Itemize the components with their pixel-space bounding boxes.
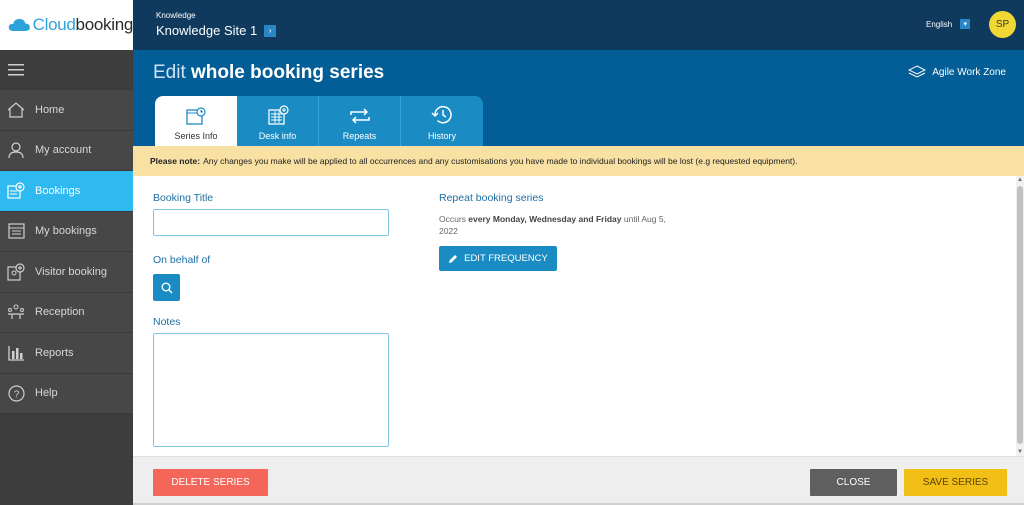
series-info-icon (186, 107, 206, 125)
tab-label: Repeats (342, 131, 377, 141)
sidebar-filler (0, 415, 133, 505)
scroll-thumb[interactable] (1017, 186, 1023, 444)
menu-toggle[interactable] (0, 50, 133, 90)
history-icon (431, 106, 452, 124)
title-band: Edit whole booking series Agile Work Zon… (133, 50, 1024, 146)
sidebar-item-label: My bookings (35, 225, 97, 238)
notes-textarea[interactable] (153, 333, 389, 447)
logo-text: Cloudbooking (32, 15, 134, 34)
logo[interactable]: Cloudbooking (0, 0, 133, 50)
tab-label: Series Info (174, 131, 218, 141)
sidebar-item-bookings[interactable]: Bookings (0, 171, 133, 212)
notice-text: Any changes you make will be applied to … (203, 156, 798, 166)
sidebar-item-visitor-booking[interactable]: Visitor booking (0, 252, 133, 293)
footer-bar: DELETE SERIES CLOSE SAVE SERIES (133, 456, 1024, 505)
svg-text:?: ? (13, 389, 19, 400)
close-button[interactable]: CLOSE (810, 469, 897, 496)
tab-desk-info[interactable]: Desk info (237, 96, 319, 146)
page-title: Edit whole booking series (153, 62, 385, 83)
sidebar-item-label: Visitor booking (35, 265, 107, 278)
sidebar-item-my-bookings[interactable]: My bookings (0, 211, 133, 252)
edit-frequency-button[interactable]: EDIT FREQUENCY (439, 246, 557, 271)
visitor-icon (7, 263, 25, 281)
scroll-up-icon[interactable]: ▲ (1016, 176, 1024, 184)
site-selector[interactable]: Knowledge Site 1 › (156, 23, 277, 38)
cloud-logo-icon (8, 18, 30, 32)
sidebar-item-label: Bookings (35, 184, 81, 197)
tab-bar: Series Info Desk info Repeats History (155, 96, 483, 146)
booking-title-label: Booking Title (153, 192, 214, 204)
sidebar-item-label: Help (35, 387, 58, 400)
sidebar-item-home[interactable]: Home (0, 90, 133, 131)
sidebar-item-label: My account (35, 144, 92, 157)
help-icon: ? (7, 384, 25, 402)
sidebar-item-label: Reception (35, 306, 85, 319)
save-series-button[interactable]: SAVE SERIES (904, 469, 1007, 496)
notice-heading: Please note: (150, 156, 201, 166)
notes-label: Notes (153, 316, 181, 328)
sidebar: Cloudbooking Home My account Bookings My… (0, 0, 133, 505)
layers-icon (908, 65, 927, 78)
repeat-icon (349, 108, 370, 124)
search-icon (161, 282, 172, 293)
bookings-icon (7, 182, 25, 200)
booking-title-input[interactable] (153, 209, 389, 236)
language-selector[interactable]: English ▾ (926, 19, 971, 29)
warning-notice: Please note: Any changes you make will b… (133, 146, 1024, 176)
language-label: English (926, 19, 953, 29)
form-panel: Booking Title On behalf of Notes Repeat … (133, 176, 1016, 456)
delete-series-button[interactable]: DELETE SERIES (153, 469, 268, 496)
tab-label: History (427, 131, 456, 141)
desk-info-icon (267, 105, 289, 125)
avatar[interactable]: SP (989, 11, 1016, 38)
chevron-down-icon: ▾ (960, 19, 971, 29)
top-header: Knowledge Knowledge Site 1 › English ▾ S… (133, 0, 1024, 50)
reception-icon (7, 303, 25, 321)
on-behalf-search-button[interactable] (153, 274, 180, 301)
zone-label: Agile Work Zone (908, 65, 1006, 79)
site-name: Knowledge Site 1 (156, 23, 258, 38)
on-behalf-label: On behalf of (153, 254, 211, 266)
tab-repeats[interactable]: Repeats (319, 96, 401, 146)
occurs-text: Occurs every Monday, Wednesday and Frida… (439, 214, 666, 236)
sidebar-item-my-account[interactable]: My account (0, 130, 133, 171)
sidebar-item-help[interactable]: ? Help (0, 373, 133, 414)
home-icon (7, 101, 25, 119)
vertical-scrollbar[interactable]: ▲ ▼ (1016, 176, 1024, 456)
chevron-right-icon[interactable]: › (264, 24, 277, 37)
tab-history[interactable]: History (401, 96, 483, 146)
site-group-label: Knowledge (156, 11, 196, 20)
sidebar-item-reception[interactable]: Reception (0, 292, 133, 333)
sidebar-item-label: Reports (35, 346, 74, 359)
pencil-icon (449, 254, 458, 263)
tab-label: Desk info (258, 131, 297, 141)
calendar-icon (7, 222, 25, 240)
user-icon (7, 141, 25, 159)
hamburger-icon (8, 64, 24, 76)
tab-series-info[interactable]: Series Info (155, 96, 237, 146)
reports-icon (7, 344, 25, 362)
sidebar-item-label: Home (35, 103, 65, 116)
scroll-down-icon[interactable]: ▼ (1016, 448, 1024, 456)
repeat-series-title: Repeat booking series (439, 192, 544, 204)
sidebar-item-reports[interactable]: Reports (0, 333, 133, 374)
